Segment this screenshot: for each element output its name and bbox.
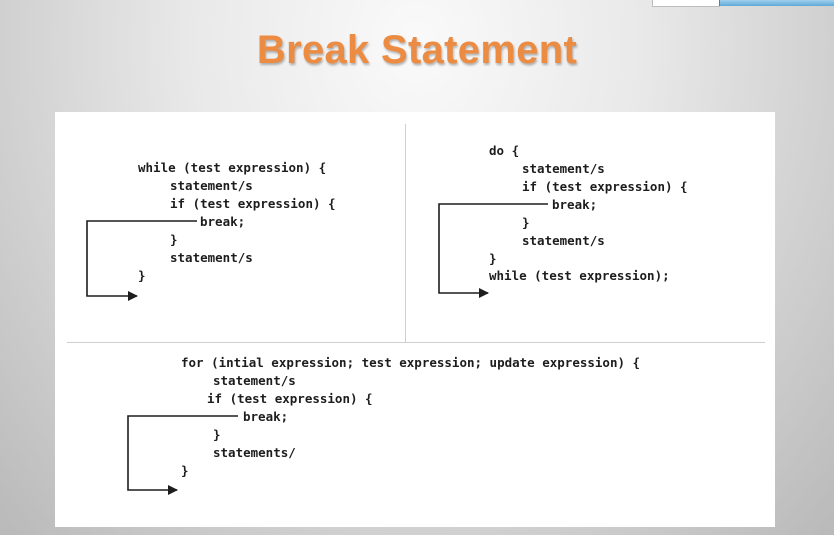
diagram-panel: while (test expression) { statement/s if… — [55, 112, 775, 527]
top-corner-tab — [719, 0, 834, 6]
for-break-arrow — [127, 415, 238, 495]
slide-title: Break Statement — [256, 28, 578, 72]
do-break-arrow — [438, 203, 548, 298]
break-flow-arrows — [86, 203, 548, 495]
top-corner-box — [652, 0, 720, 7]
while-break-arrow — [86, 220, 197, 301]
